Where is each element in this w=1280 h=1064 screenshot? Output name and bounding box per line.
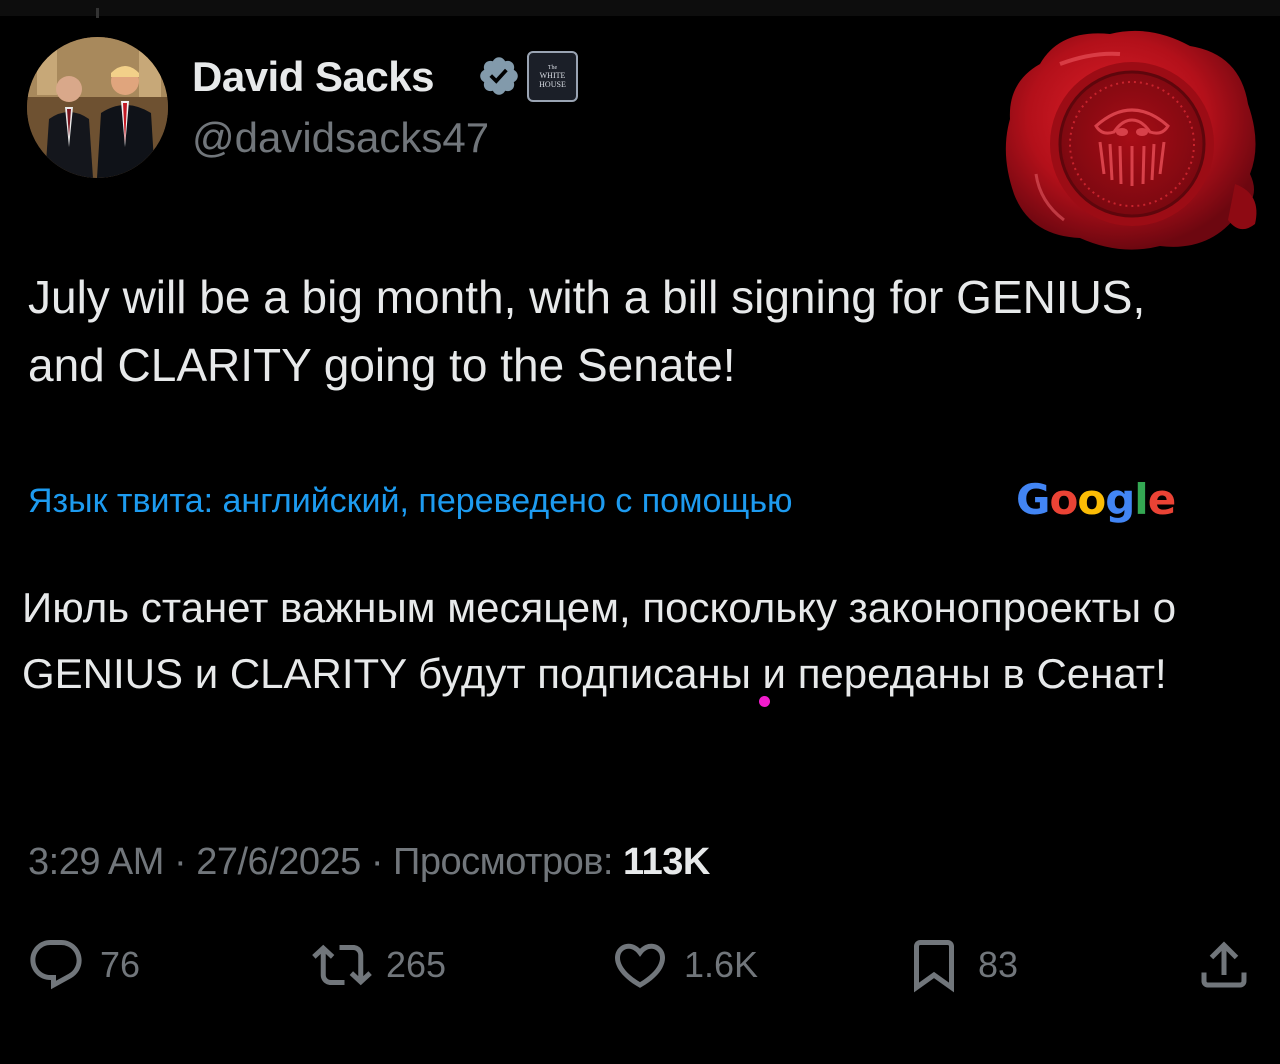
tweet-text-original: July will be a big month, with a bill si… xyxy=(28,271,1146,391)
reply-count: 76 xyxy=(100,944,141,985)
views-count[interactable]: 113K xyxy=(623,841,710,883)
affiliation-line-3: HOUSE xyxy=(539,79,566,89)
google-logo-e: e xyxy=(1147,475,1176,524)
google-logo-o1: o xyxy=(1049,475,1078,524)
meta-separator: · xyxy=(370,841,384,883)
share-icon xyxy=(1201,941,1247,988)
tweet-time[interactable]: 3:29 AM xyxy=(28,841,164,883)
affiliation-line-1: The xyxy=(547,64,558,71)
translation-notice-link[interactable]: Язык твита: английский, переведено с пом… xyxy=(28,476,793,526)
like-count: 1.6K xyxy=(684,944,759,985)
author-handle[interactable]: @davidsacks47 xyxy=(192,113,489,163)
tweet-meta-line: 3:29 AM · 27/6/2025 · Просмотров: 113K xyxy=(28,836,710,888)
affiliation-line-2: WHITE xyxy=(539,70,566,80)
white-house-affiliation-badge[interactable]: The WHITE HOUSE xyxy=(527,51,578,102)
bookmark-button[interactable]: 83 xyxy=(904,930,1018,1000)
verified-badge-icon[interactable] xyxy=(477,54,521,98)
bookmark-icon xyxy=(914,940,954,993)
wax-seal-image xyxy=(1005,30,1257,250)
avatar-photo xyxy=(27,37,168,178)
repost-count: 265 xyxy=(386,944,447,985)
repost-button[interactable]: 265 xyxy=(312,930,446,1000)
google-logo-g2: g xyxy=(1105,475,1135,524)
heart-icon xyxy=(614,943,666,988)
like-button[interactable]: 1.6K xyxy=(610,930,758,1000)
google-logo: Google xyxy=(1016,473,1176,527)
author-avatar[interactable] xyxy=(27,37,168,178)
google-logo-g: G xyxy=(1016,475,1050,524)
status-bar xyxy=(0,0,1280,18)
share-button[interactable] xyxy=(1194,930,1254,1000)
touch-indicator-dot xyxy=(759,696,770,707)
bookmark-count: 83 xyxy=(978,944,1019,985)
tweet-action-bar: 76 265 1.6K 83 xyxy=(0,930,1280,1000)
status-bar-marker xyxy=(96,8,99,18)
views-label: Просмотров: xyxy=(393,841,613,883)
repost-icon xyxy=(312,944,372,986)
reply-icon xyxy=(30,940,82,990)
meta-separator: · xyxy=(173,841,187,883)
google-logo-l: l xyxy=(1134,475,1148,524)
reply-button[interactable]: 76 xyxy=(26,930,140,1000)
google-logo-o2: o xyxy=(1077,475,1106,524)
tweet-date[interactable]: 27/6/2025 xyxy=(196,841,361,883)
author-name[interactable]: David Sacks xyxy=(192,52,435,102)
tweet-text-translated: Июль станет важным месяцем, поскольку за… xyxy=(22,584,1177,697)
